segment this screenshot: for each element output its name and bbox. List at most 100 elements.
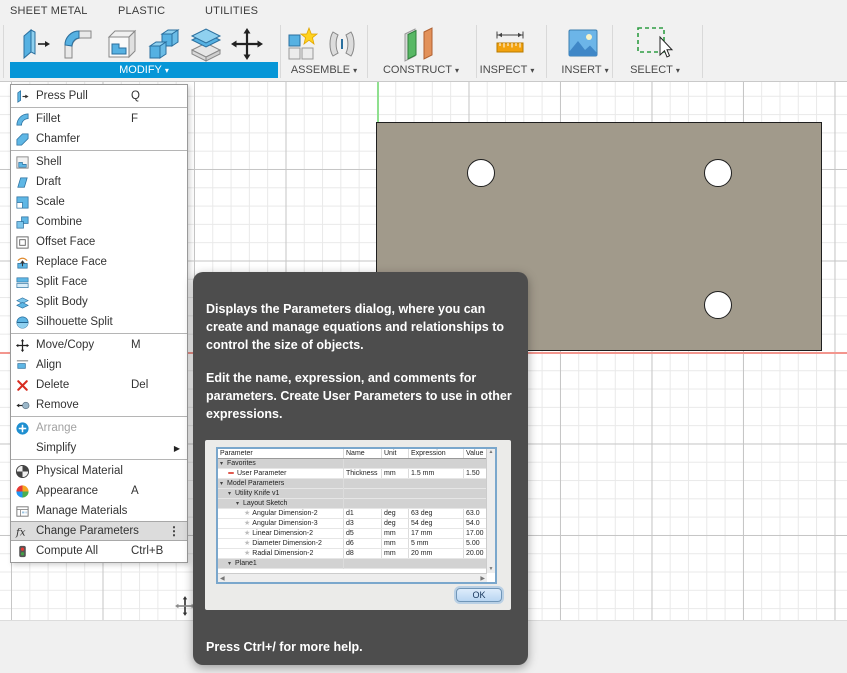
menu-shortcut: Ctrl+B [131,545,163,557]
menu-item-appearance[interactable]: AppearanceA [11,481,187,501]
new-component-toolbar-button[interactable] [285,25,321,63]
menu-item-label: Silhouette Split [36,316,183,328]
assemble-group-label: ASSEMBLE [291,64,350,76]
menu-item-press-pull[interactable]: Press PullQ [11,86,187,106]
menu-item-label: Shell [36,156,183,168]
expander-icon: ▾ [220,480,227,489]
favorite-star-icon: ★ [244,550,250,557]
menu-item-compute-all[interactable]: Compute AllCtrl+B [11,541,187,561]
menu-item-move-copy[interactable]: Move/CopyM [11,335,187,355]
menu-item-label: Appearance [36,485,183,497]
insert-canvas-icon [566,25,600,63]
expander-icon: ▾ [228,560,235,569]
param-row: ▾Favorites [218,459,495,469]
combine-icon [14,214,30,230]
parameters-dialog-preview: ParameterNameUnitExpressionValue▾Favorit… [205,440,511,610]
menu-item-manage-materials[interactable]: Manage Materials [11,501,187,521]
menu-item-split-body[interactable]: Split Body [11,292,187,312]
menu-item-label: Offset Face [36,236,183,248]
insert-group-button[interactable]: INSERT ▾ [561,64,608,76]
move-toolbar-button[interactable] [228,25,266,63]
menu-item-scale[interactable]: Scale [11,192,187,212]
insert-canvas-toolbar-button[interactable] [566,25,600,63]
menu-item-align[interactable]: Align [11,355,187,375]
menu-item-chamfer[interactable]: Chamfer [11,129,187,149]
construct-group-button[interactable]: CONSTRUCT▾ [383,64,459,76]
construct-plane-icon [398,25,440,63]
menu-item-offset-face[interactable]: Offset Face [11,232,187,252]
menu-item-silhouette-split[interactable]: Silhouette Split [11,312,187,332]
measure-toolbar-button[interactable] [490,25,530,63]
physical-material-icon [14,463,30,479]
press-pull-icon [15,25,53,63]
menu-item-physical-material[interactable]: Physical Material [11,461,187,481]
param-row: ★Angular Dimension-2d1deg63 deg63.0 [218,509,495,519]
param-cell: ★Radial Dimension-2 [218,549,344,558]
param-cell: Unit [382,449,409,458]
menu-item-arrange[interactable]: Arrange [11,418,187,438]
menu-item-remove[interactable]: Remove [11,395,187,415]
draft-icon [14,174,30,190]
toolbar: MODIFY▾ ASSEMBLE▾ CONSTRUCT▾ INSPECT▾ IN… [0,22,847,82]
param-name: Linear Dimension-2 [252,530,313,537]
menu-item-split-face[interactable]: Split Face [11,272,187,292]
caret-down-icon: ▾ [605,66,609,75]
remove-icon [14,397,30,413]
hole[interactable] [704,291,732,319]
menu-separator [11,150,187,151]
caret-down-icon: ▾ [353,66,357,75]
tab-sheet-metal[interactable]: SHEET METAL [10,5,88,17]
tab-utilities[interactable]: UTILITIES [205,5,258,17]
param-cell: 54 deg [409,519,464,528]
menu-item-draft[interactable]: Draft [11,172,187,192]
press-pull-toolbar-button[interactable] [15,25,53,63]
param-name: Angular Dimension-2 [252,510,317,517]
param-row: ★Diameter Dimension-2d6mm5 mm5.00 [218,539,495,549]
param-name: Favorites [227,460,256,467]
menu-shortcut: Q [131,90,140,102]
hole[interactable] [467,159,495,187]
split-body-toolbar-button[interactable] [187,25,225,63]
hole[interactable] [704,159,732,187]
modify-group-button[interactable]: MODIFY▾ [10,62,278,78]
menu-item-combine[interactable]: Combine [11,212,187,232]
menu-item-simplify[interactable]: Simplify▶ [11,438,187,458]
menu-item-fillet[interactable]: FilletF [11,109,187,129]
tooltip-footer: Press Ctrl+/ for more help. [206,640,363,654]
split-face-icon [14,274,30,290]
menu-item-label: Chamfer [36,133,183,145]
param-cell: mm [382,539,409,548]
construct-plane-toolbar-button[interactable] [398,25,440,63]
toolbar-separator [3,25,4,78]
tab-plastic[interactable]: PLASTIC [118,5,165,17]
param-cell: deg [382,509,409,518]
param-row: ▾Layout Sketch [218,499,495,509]
menu-item-label: Align [36,359,183,371]
select-group-button[interactable]: SELECT▾ [630,64,680,76]
modify-group-label: MODIFY [119,64,162,76]
menu-shortcut: F [131,113,138,125]
insert-group-label: INSERT [561,64,601,76]
menu-item-shell[interactable]: Shell [11,152,187,172]
more-options-icon[interactable]: ⋮ [168,524,180,538]
menu-item-delete[interactable]: DeleteDel [11,375,187,395]
menu-item-label: Replace Face [36,256,183,268]
fillet-icon [14,111,30,127]
joint-toolbar-button[interactable] [324,25,360,63]
menu-item-label: Delete [36,379,183,391]
select-toolbar-button[interactable] [633,25,677,63]
combine-toolbar-button[interactable] [144,25,182,63]
shell-toolbar-button[interactable] [101,25,139,63]
param-cell: Parameter [218,449,344,458]
param-cell: mm [382,469,409,478]
menu-item-label: Split Face [36,276,183,288]
shell-icon [101,25,139,63]
param-cell: ▾Favorites [218,459,344,469]
fillet-toolbar-button[interactable] [58,25,96,63]
inspect-group-button[interactable]: INSPECT▾ [480,64,535,76]
assemble-group-button[interactable]: ASSEMBLE▾ [291,64,357,76]
menu-item-label: Draft [36,176,183,188]
replace-face-icon [14,254,30,270]
menu-item-replace-face[interactable]: Replace Face [11,252,187,272]
menu-item-change-parameters[interactable]: fxChange Parameters⋮ [11,521,187,541]
